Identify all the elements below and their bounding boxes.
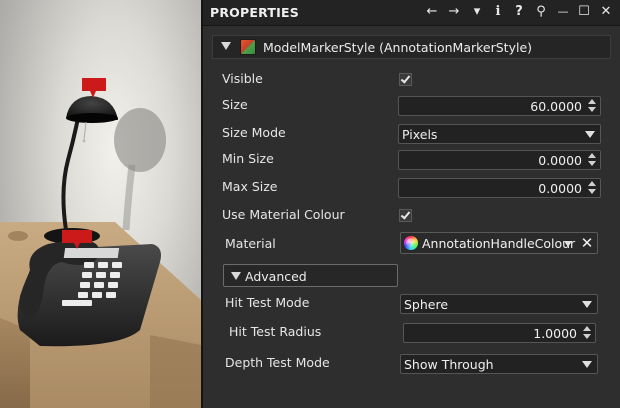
panel-title: PROPERTIES	[210, 5, 299, 20]
advanced-label: Advanced	[245, 269, 307, 284]
hit-test-radius-label: Hit Test Radius	[229, 324, 322, 339]
chevron-down-icon[interactable]	[585, 131, 595, 138]
pin-icon[interactable]: ⚲	[532, 3, 550, 21]
depth-test-mode-label: Depth Test Mode	[225, 355, 330, 370]
scene-render	[0, 78, 201, 408]
spin-arrows-icon[interactable]	[588, 181, 597, 195]
size-mode-select[interactable]: Pixels	[398, 124, 601, 144]
depth-test-mode-value: Show Through	[404, 357, 494, 372]
checkmark-icon	[400, 209, 411, 220]
chevron-down-icon[interactable]	[582, 361, 592, 368]
hit-test-radius-spinbox[interactable]: 1.0000	[403, 323, 596, 343]
spin-arrows-icon[interactable]	[583, 326, 592, 340]
minimize-icon[interactable]: —	[554, 3, 572, 21]
hit-test-radius-value: 1.0000	[533, 326, 577, 341]
size-label: Size	[222, 97, 248, 112]
visible-label: Visible	[222, 71, 263, 86]
min-size-label: Min Size	[222, 151, 274, 166]
annotation-marker-phone	[62, 230, 92, 243]
close-icon[interactable]: ✕	[597, 3, 615, 21]
max-size-value: 0.0000	[538, 181, 582, 196]
chevron-down-icon[interactable]	[564, 241, 572, 247]
advanced-toggle[interactable]: Advanced	[223, 264, 398, 287]
size-mode-label: Size Mode	[222, 125, 286, 140]
material-picker[interactable]: AnnotationHandleColour ✕	[400, 232, 598, 254]
dropdown-icon[interactable]: ▾	[468, 3, 486, 21]
spin-arrows-icon[interactable]	[588, 99, 597, 113]
scene-viewport[interactable]	[0, 0, 201, 408]
cube-icon	[240, 39, 256, 55]
depth-test-mode-select[interactable]: Show Through	[400, 354, 598, 374]
maximize-icon[interactable]: ☐	[575, 3, 593, 21]
back-icon[interactable]: ←	[423, 3, 441, 21]
panel-titlebar: PROPERTIES ← → ▾ i ? ⚲ — ☐ ✕	[203, 0, 620, 26]
size-spinbox[interactable]: 60.0000	[398, 96, 601, 116]
min-size-spinbox[interactable]: 0.0000	[398, 150, 601, 170]
hit-test-mode-label: Hit Test Mode	[225, 295, 310, 310]
component-header[interactable]: ModelMarkerStyle (AnnotationMarkerStyle)	[212, 35, 611, 59]
visible-checkbox[interactable]	[399, 73, 412, 86]
max-size-label: Max Size	[222, 179, 278, 194]
lamp-shadow	[114, 108, 166, 172]
component-title: ModelMarkerStyle (AnnotationMarkerStyle)	[263, 40, 533, 55]
annotation-marker-lamp	[82, 78, 106, 91]
clear-material-button[interactable]: ✕	[579, 233, 595, 253]
use-material-colour-label: Use Material Colour	[222, 207, 345, 222]
properties-panel: PROPERTIES ← → ▾ i ? ⚲ — ☐ ✕ ModelMarker…	[201, 0, 620, 408]
hit-test-mode-value: Sphere	[404, 297, 449, 312]
expand-icon	[231, 272, 241, 280]
max-size-spinbox[interactable]: 0.0000	[398, 178, 601, 198]
size-mode-value: Pixels	[402, 127, 438, 142]
material-label: Material	[225, 236, 276, 251]
collapse-icon[interactable]	[221, 42, 231, 50]
chevron-down-icon[interactable]	[582, 301, 592, 308]
material-value: AnnotationHandleColour	[422, 236, 576, 251]
checkmark-icon	[400, 73, 411, 84]
spin-arrows-icon[interactable]	[588, 153, 597, 167]
help-icon[interactable]: ?	[510, 3, 528, 21]
material-sphere-icon	[404, 236, 418, 250]
hit-test-mode-select[interactable]: Sphere	[400, 294, 598, 314]
min-size-value: 0.0000	[538, 153, 582, 168]
forward-icon[interactable]: →	[445, 3, 463, 21]
lamp-stand	[61, 117, 80, 231]
size-value: 60.0000	[530, 99, 582, 114]
use-material-colour-checkbox[interactable]	[399, 209, 412, 222]
info-icon[interactable]: i	[489, 3, 507, 21]
